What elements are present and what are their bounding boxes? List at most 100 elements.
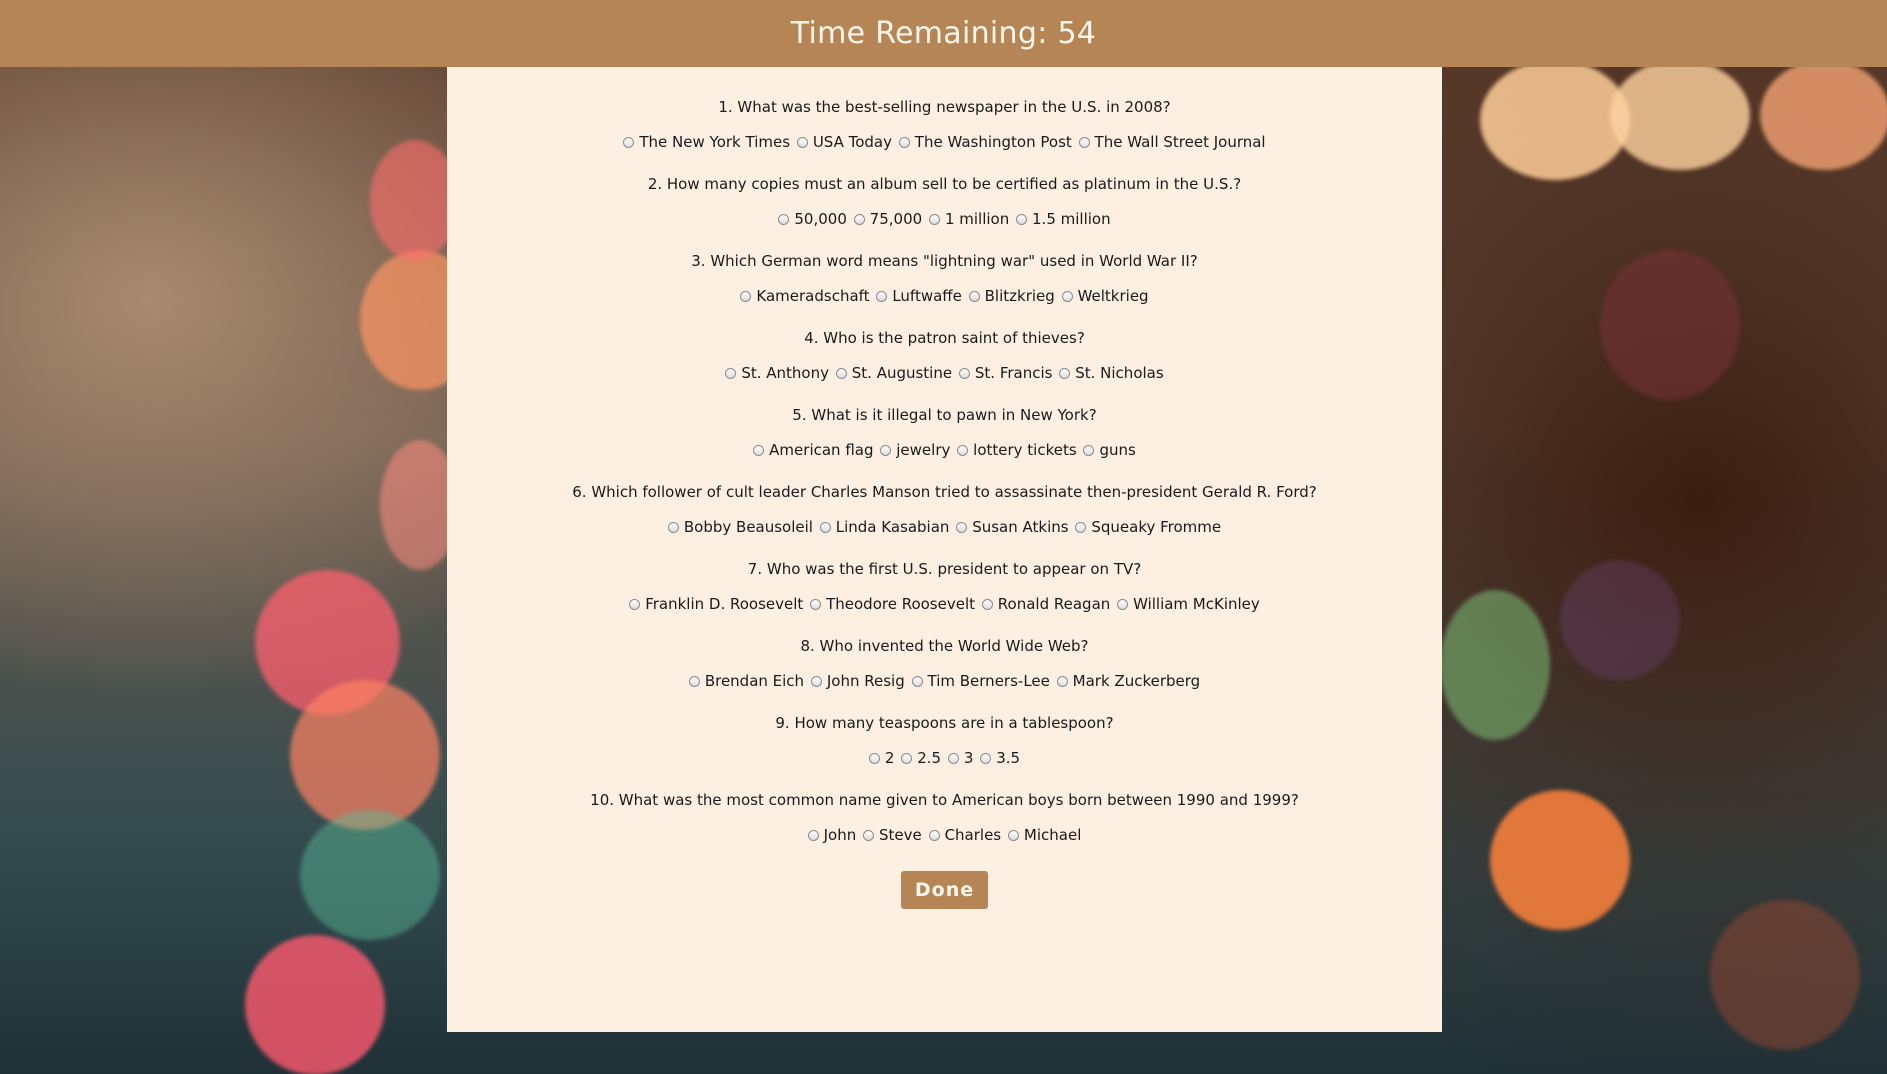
radio-button[interactable] bbox=[810, 675, 822, 687]
answer-option[interactable]: 1.5 million bbox=[1016, 209, 1111, 229]
radio-button[interactable] bbox=[876, 290, 888, 302]
radio-button[interactable] bbox=[898, 136, 910, 148]
answer-option[interactable]: 2 bbox=[868, 748, 895, 768]
radio-button[interactable] bbox=[863, 829, 875, 841]
answer-label: 2 bbox=[884, 749, 895, 767]
answer-option[interactable]: Blitzkrieg bbox=[968, 286, 1055, 306]
radio-button[interactable] bbox=[928, 213, 940, 225]
answer-option[interactable]: St. Francis bbox=[958, 363, 1052, 383]
answer-option[interactable]: John Resig bbox=[810, 671, 905, 691]
answer-option[interactable]: Theodore Roosevelt bbox=[810, 594, 975, 614]
answer-option[interactable]: Linda Kasabian bbox=[819, 517, 950, 537]
radio-button[interactable] bbox=[807, 829, 819, 841]
radio-button[interactable] bbox=[1117, 598, 1129, 610]
answer-option[interactable]: 3.5 bbox=[980, 748, 1020, 768]
answer-option[interactable]: 75,000 bbox=[853, 209, 922, 229]
answer-option[interactable]: Michael bbox=[1007, 825, 1081, 845]
answer-option[interactable]: St. Nicholas bbox=[1059, 363, 1164, 383]
radio-button[interactable] bbox=[623, 136, 635, 148]
answer-option[interactable]: 2.5 bbox=[901, 748, 941, 768]
radio-button[interactable] bbox=[1075, 521, 1087, 533]
radio-button[interactable] bbox=[753, 444, 765, 456]
answer-option[interactable]: Ronald Reagan bbox=[981, 594, 1110, 614]
answer-option[interactable]: Franklin D. Roosevelt bbox=[629, 594, 803, 614]
answer-option[interactable]: American flag bbox=[753, 440, 873, 460]
answer-option[interactable]: St. Anthony bbox=[725, 363, 829, 383]
question-text: 7. Who was the first U.S. president to a… bbox=[747, 560, 1142, 578]
answer-label: St. Nicholas bbox=[1075, 364, 1164, 382]
timer-display: Time Remaining: 54 bbox=[791, 16, 1097, 51]
answer-option[interactable]: The New York Times bbox=[623, 132, 790, 152]
radio-button[interactable] bbox=[928, 829, 940, 841]
radio-button[interactable] bbox=[688, 675, 700, 687]
answer-option[interactable]: jewelry bbox=[880, 440, 950, 460]
radio-button[interactable] bbox=[958, 367, 970, 379]
answer-option[interactable]: Bobby Beausoleil bbox=[667, 517, 813, 537]
radio-button[interactable] bbox=[778, 213, 790, 225]
answer-options: The New York Times USA Today The Washing… bbox=[447, 132, 1442, 152]
answer-option[interactable]: Squeaky Fromme bbox=[1075, 517, 1221, 537]
timer-header: Time Remaining: 54 bbox=[0, 0, 1887, 67]
radio-button[interactable] bbox=[1078, 136, 1090, 148]
answer-label: Bobby Beausoleil bbox=[683, 518, 813, 536]
radio-button[interactable] bbox=[1016, 213, 1028, 225]
timer-label: Time Remaining: bbox=[790, 16, 1048, 51]
answer-option[interactable]: 3 bbox=[947, 748, 973, 768]
answer-options: Kameradschaft Luftwaffe Blitzkrieg Weltk… bbox=[447, 286, 1442, 306]
radio-button[interactable] bbox=[796, 136, 808, 148]
answer-label: Luftwaffe bbox=[892, 287, 962, 305]
question-block: 2. How many copies must an album sell to… bbox=[447, 174, 1442, 229]
radio-button[interactable] bbox=[740, 290, 752, 302]
radio-button[interactable] bbox=[725, 367, 737, 379]
radio-button[interactable] bbox=[901, 752, 913, 764]
radio-button[interactable] bbox=[1061, 290, 1073, 302]
quiz-panel: 1. What was the best-selling newspaper i… bbox=[447, 67, 1442, 1032]
radio-button[interactable] bbox=[980, 752, 992, 764]
radio-button[interactable] bbox=[911, 675, 923, 687]
question-text: 3. Which German word means "lightning wa… bbox=[691, 252, 1198, 270]
answer-option[interactable]: lottery tickets bbox=[957, 440, 1077, 460]
answer-option[interactable]: William McKinley bbox=[1117, 594, 1260, 614]
radio-button[interactable] bbox=[853, 213, 865, 225]
radio-button[interactable] bbox=[629, 598, 641, 610]
radio-button[interactable] bbox=[667, 521, 679, 533]
radio-button[interactable] bbox=[1083, 444, 1095, 456]
answer-option[interactable]: USA Today bbox=[796, 132, 892, 152]
answer-option[interactable]: John bbox=[807, 825, 857, 845]
answer-label: John bbox=[823, 826, 857, 844]
answer-option[interactable]: 50,000 bbox=[778, 209, 847, 229]
done-button[interactable]: Done bbox=[900, 871, 989, 909]
answer-option[interactable]: Mark Zuckerberg bbox=[1056, 671, 1200, 691]
answer-option[interactable]: 1 million bbox=[928, 209, 1009, 229]
answer-options: 50,000 75,000 1 million 1.5 million bbox=[447, 209, 1442, 229]
answer-option[interactable]: The Wall Street Journal bbox=[1078, 132, 1266, 152]
answer-option[interactable]: St. Augustine bbox=[835, 363, 952, 383]
radio-button[interactable] bbox=[957, 444, 969, 456]
radio-button[interactable] bbox=[981, 598, 993, 610]
radio-button[interactable] bbox=[835, 367, 847, 379]
radio-button[interactable] bbox=[868, 752, 880, 764]
answer-option[interactable]: Susan Atkins bbox=[956, 517, 1069, 537]
answer-option[interactable]: Charles bbox=[928, 825, 1001, 845]
question-block: 5. What is it illegal to pawn in New Yor… bbox=[447, 405, 1442, 460]
radio-button[interactable] bbox=[947, 752, 959, 764]
radio-button[interactable] bbox=[819, 521, 831, 533]
answer-option[interactable]: Steve bbox=[863, 825, 922, 845]
question-text: 4. Who is the patron saint of thieves? bbox=[804, 329, 1085, 347]
answer-option[interactable]: The Washington Post bbox=[898, 132, 1072, 152]
answer-option[interactable]: Tim Berners-Lee bbox=[911, 671, 1050, 691]
radio-button[interactable] bbox=[1059, 367, 1071, 379]
answer-option[interactable]: Weltkrieg bbox=[1061, 286, 1149, 306]
radio-button[interactable] bbox=[1056, 675, 1068, 687]
answer-label: 3.5 bbox=[996, 749, 1021, 767]
answer-option[interactable]: guns bbox=[1083, 440, 1136, 460]
radio-button[interactable] bbox=[810, 598, 822, 610]
radio-button[interactable] bbox=[1007, 829, 1019, 841]
radio-button[interactable] bbox=[968, 290, 980, 302]
answer-option[interactable]: Brendan Eich bbox=[688, 671, 804, 691]
answer-label: Linda Kasabian bbox=[835, 518, 950, 536]
radio-button[interactable] bbox=[880, 444, 892, 456]
answer-option[interactable]: Luftwaffe bbox=[876, 286, 962, 306]
answer-option[interactable]: Kameradschaft bbox=[740, 286, 870, 306]
radio-button[interactable] bbox=[956, 521, 968, 533]
